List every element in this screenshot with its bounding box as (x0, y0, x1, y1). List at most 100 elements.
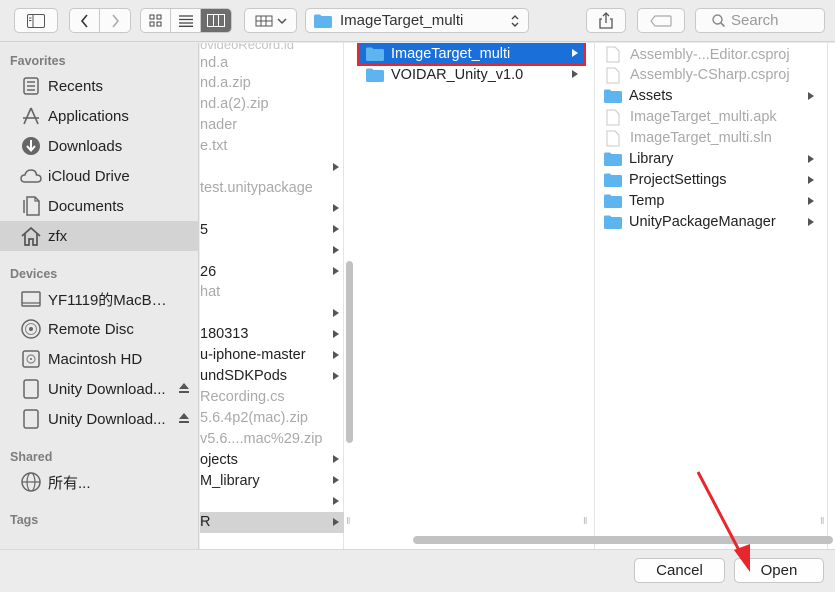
list-view-button[interactable] (171, 9, 201, 32)
forward-button[interactable] (100, 9, 130, 32)
path-popup[interactable]: ImageTarget_multi (305, 8, 529, 33)
list-item-label: ojects (200, 451, 238, 468)
list-item[interactable]: R (200, 511, 344, 533)
list-item[interactable] (200, 303, 344, 324)
file-item[interactable]: Assembly-...Editor.csproj (596, 44, 821, 65)
list-item[interactable] (200, 198, 344, 219)
folder-icon (604, 89, 622, 104)
column-1: ovideoRecord.id nd.a nd.a.zip nd.a(2).zip n… (200, 43, 350, 549)
disclosure-arrow-icon (808, 217, 814, 226)
list-item[interactable]: u-iphone-master (200, 345, 344, 366)
devices-header: Devices (10, 267, 58, 281)
list-item[interactable]: 5.6.4p2(mac).zip (200, 407, 344, 428)
folder-item[interactable]: UnityPackageManager (596, 212, 821, 233)
list-item-imagetarget-multi[interactable]: ImageTarget_multi (357, 43, 586, 66)
harddisk-icon (20, 348, 42, 370)
list-item[interactable]: 5 (200, 219, 344, 240)
path-folder-name: ImageTarget_multi (340, 12, 464, 29)
search-placeholder: Search (731, 12, 779, 29)
folder-item[interactable]: Library (596, 149, 821, 170)
sidebar-item-macbook[interactable]: YF1119的MacBook... (0, 284, 199, 314)
column-1-scrollbar[interactable] (346, 261, 353, 443)
disclosure-arrow-icon (333, 162, 339, 171)
sidebar-item-downloads[interactable]: Downloads (0, 131, 199, 161)
column-resize-handle[interactable]: II (346, 516, 350, 527)
folder-item[interactable]: Assets (596, 86, 821, 107)
list-item[interactable]: test.unitypackage (200, 177, 344, 198)
list-item-label: 5.6.4p2(mac).zip (200, 409, 308, 426)
list-item[interactable] (200, 240, 344, 261)
sidebar-item-macintosh-hd[interactable]: Macintosh HD (0, 344, 199, 374)
column-2: ImageTarget_multi VOIDAR_Unity_v1.0 II (355, 43, 595, 549)
list-item[interactable] (200, 157, 344, 178)
disclosure-arrow-icon (808, 196, 814, 205)
list-item-label: Assembly-CSharp.csproj (630, 67, 790, 84)
list-item[interactable]: undSDKPods (200, 366, 344, 387)
sidebar-item-remote-disc[interactable]: Remote Disc (0, 314, 199, 344)
list-item[interactable]: nd.a.zip (200, 73, 344, 94)
list-item-label: nd.a (200, 54, 229, 71)
folder-item[interactable]: ProjectSettings (596, 170, 821, 191)
column-resize-handle[interactable]: II (820, 516, 824, 527)
sidebar-item-label: Downloads (48, 137, 123, 155)
document-icon (606, 130, 620, 147)
list-item[interactable]: e.txt (200, 136, 344, 157)
sidebar-item-unity-download-1[interactable]: Unity Download... (0, 374, 199, 404)
sidebar-toggle-button[interactable] (14, 8, 58, 33)
list-item[interactable]: 180313 (200, 324, 344, 345)
eject-icon[interactable] (178, 382, 190, 394)
sidebar-item-unity-download-2[interactable]: Unity Download... (0, 404, 199, 434)
view-mode-buttons (140, 8, 232, 33)
list-item[interactable]: M_library (200, 470, 344, 491)
arrange-icon (255, 15, 272, 26)
list-item-label: nd.a(2).zip (200, 96, 269, 113)
list-item-label: nd.a.zip (200, 75, 251, 92)
sidebar-item-recents[interactable]: Recents (0, 71, 199, 101)
horizontal-scrollbar[interactable] (413, 536, 833, 544)
cloud-icon (20, 165, 42, 187)
list-item[interactable]: v5.6....mac%29.zip (200, 428, 344, 449)
back-button[interactable] (70, 9, 100, 32)
folder-icon (604, 215, 622, 230)
column-view-button[interactable] (201, 9, 231, 32)
list-item-label: Recording.cs (200, 388, 285, 405)
share-button[interactable] (586, 8, 626, 33)
list-item-label: hat (200, 284, 221, 301)
sidebar-item-shared-all[interactable]: 所有... (0, 467, 199, 497)
tag-button[interactable] (637, 8, 685, 33)
document-icon (606, 46, 620, 63)
updown-chevron-icon (511, 15, 519, 27)
recents-icon (20, 75, 42, 97)
icon-view-button[interactable] (141, 9, 171, 32)
list-item[interactable]: nd.a (200, 52, 344, 73)
sidebar-item-documents[interactable]: Documents (0, 191, 199, 221)
list-item[interactable]: nd.a(2).zip (200, 94, 344, 115)
list-item[interactable]: 26 (200, 261, 344, 282)
list-icon (178, 14, 193, 27)
sidebar-item-icloud[interactable]: iCloud Drive (0, 161, 199, 191)
column-resize-handle[interactable]: II (583, 516, 587, 527)
list-item[interactable]: Recording.cs (200, 386, 344, 407)
file-item[interactable]: ImageTarget_multi.apk (596, 107, 821, 128)
list-item-label: 180313 (200, 326, 249, 343)
list-item-label: 26 (200, 263, 217, 280)
list-item[interactable]: hat (200, 282, 344, 303)
arrange-button[interactable] (244, 8, 297, 33)
file-item[interactable]: ImageTarget_multi.sln (596, 128, 821, 149)
sidebar-item-applications[interactable]: Applications (0, 101, 199, 131)
list-item-label: u-iphone-master (200, 347, 306, 364)
eject-icon[interactable] (178, 412, 190, 424)
disc-icon (20, 318, 42, 340)
file-item[interactable]: Assembly-CSharp.csproj (596, 65, 821, 86)
folder-item[interactable]: Temp (596, 191, 821, 212)
share-icon (599, 12, 613, 29)
sidebar-item-zfx[interactable]: zfx (0, 221, 199, 251)
search-field[interactable]: Search (695, 8, 825, 33)
list-item-label: e.txt (200, 138, 228, 155)
list-item[interactable]: ojects (200, 449, 344, 470)
list-item[interactable]: nader (200, 115, 344, 136)
list-item-voidar-unity[interactable]: VOIDAR_Unity_v1.0 (359, 64, 584, 85)
list-item[interactable] (200, 491, 344, 512)
disclosure-arrow-icon (572, 70, 578, 78)
sidebar-item-label: Macintosh HD (48, 350, 143, 368)
